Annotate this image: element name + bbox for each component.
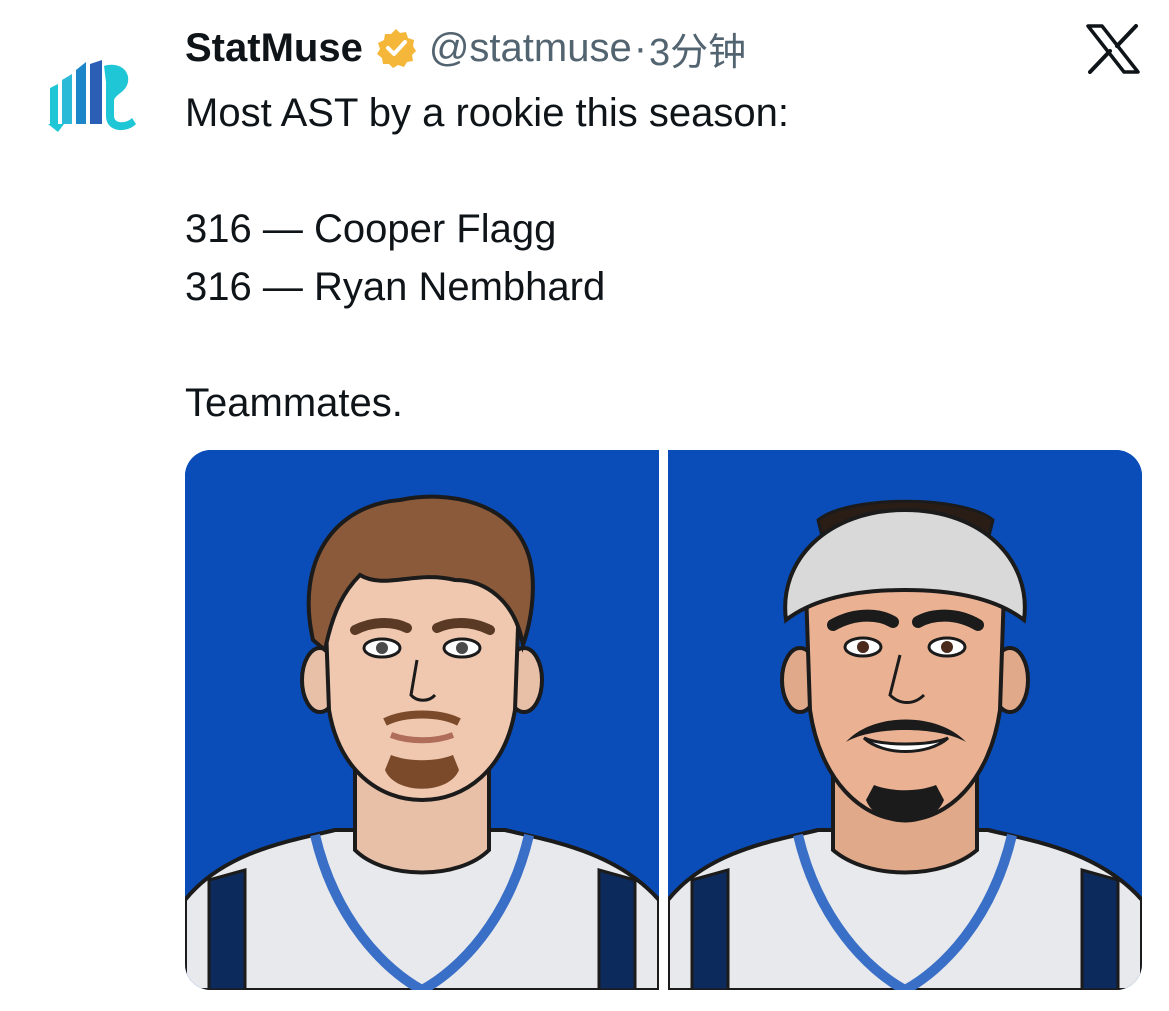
tweet-media[interactable] [185,450,1142,990]
tweet-text: Most AST by a rookie this season: 316 — … [185,84,1135,432]
tweet-line: Teammates. [185,381,403,425]
tweet-line: 316 — Cooper Flagg [185,207,557,251]
verified-badge-icon[interactable] [375,27,417,69]
display-name[interactable]: StatMuse [185,26,363,71]
tweet-line: 316 — Ryan Nembhard [185,265,606,309]
player-illustration [185,450,659,990]
tweet-header: StatMuse @statmuse · 3分钟 [185,22,746,74]
player-illustration [668,450,1142,990]
separator-dot: · [633,25,648,70]
timestamp[interactable]: 3分钟 [649,21,746,76]
handle[interactable]: @statmuse [429,26,632,71]
statmuse-avatar[interactable] [40,52,150,142]
player-image-cooper-flagg[interactable] [185,450,659,990]
x-logo-icon[interactable] [1086,24,1140,74]
statmuse-logo [48,60,136,132]
media-divider [659,450,668,990]
tweet-line: Most AST by a rookie this season: [185,91,790,135]
player-image-ryan-nembhard[interactable] [668,450,1142,990]
